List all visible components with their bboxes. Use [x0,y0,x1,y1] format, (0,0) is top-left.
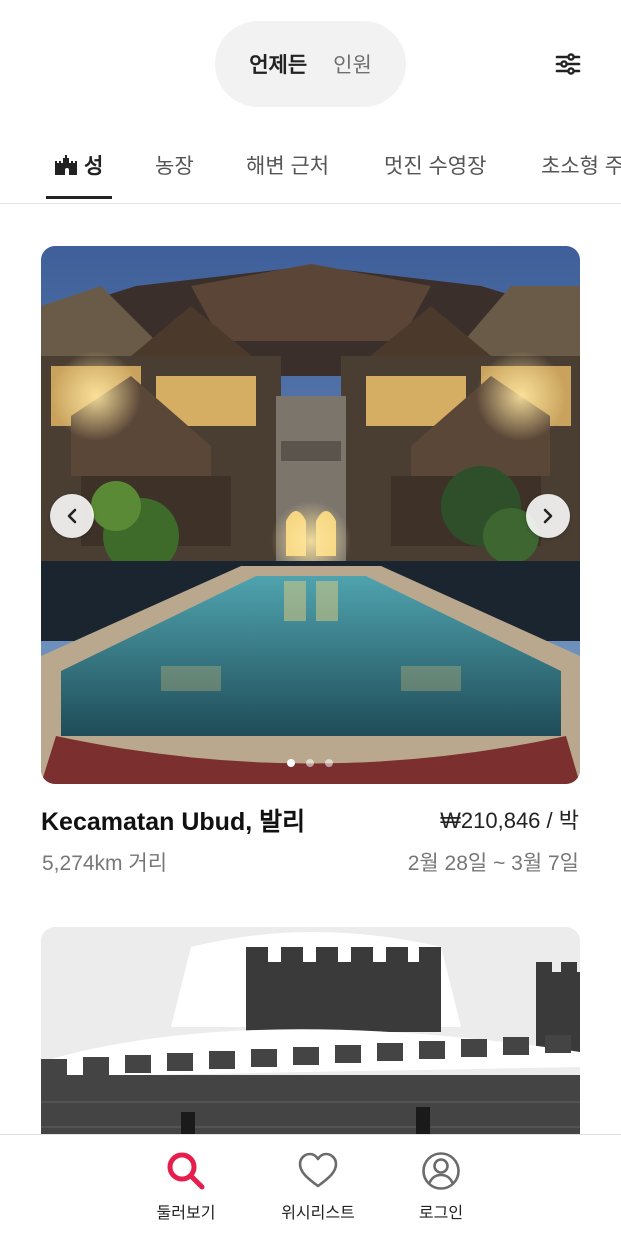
sliders-icon [555,53,581,75]
nav-wishlist[interactable]: 위시리스트 [258,1151,378,1223]
pagination-dot [306,759,314,767]
category-tab-tiny-home[interactable]: 초소형 주 [541,130,621,200]
pagination-dot [325,759,333,767]
who-label[interactable]: 인원 [333,49,372,79]
category-bar: 성 농장 해변 근처 멋진 수영장 초소형 주 [0,130,621,204]
listing-dates: 2월 28일 ~ 3월 7일 [407,852,579,875]
category-tab-beach[interactable]: 해변 근처 [246,130,329,200]
nav-wishlist-label: 위시리스트 [281,1205,355,1222]
nav-login-label: 로그인 [418,1205,464,1222]
listing-photo[interactable] [41,246,580,784]
category-tab-farm[interactable]: 농장 [155,130,194,200]
category-label: 성 [84,155,104,178]
villa-pool-photo [41,246,580,784]
category-label: 농장 [155,155,194,178]
search-pill[interactable]: 언제든 인원 [215,21,406,107]
active-tab-indicator [46,196,112,199]
category-tab-castle[interactable]: 성 [54,130,103,200]
chevron-right-icon [543,508,553,524]
nav-explore[interactable]: 둘러보기 [126,1151,246,1223]
bottom-nav: 둘러보기 위시리스트 로그인 [0,1134,621,1239]
chevron-left-icon [67,508,77,524]
castle-icon [55,155,77,175]
photo-pagination [287,759,333,767]
search-icon [167,1152,205,1190]
category-tab-pool[interactable]: 멋진 수영장 [384,130,486,200]
when-label[interactable]: 언제든 [249,49,307,79]
filter-button[interactable] [548,45,588,83]
nav-explore-label: 둘러보기 [156,1205,216,1222]
pagination-dot [287,759,295,767]
user-circle-icon [422,1152,460,1190]
heart-icon [298,1152,338,1188]
nav-login[interactable]: 로그인 [381,1151,501,1223]
listing-title[interactable]: Kecamatan Ubud, 발리 [41,802,305,838]
next-photo-button[interactable] [526,494,570,538]
category-label: 초소형 주 [541,155,621,178]
app-screen: 언제든 인원 성 농장 해변 근처 멋진 수영장 초소형 주 Kecamatan… [0,0,621,1239]
listing-price: ₩210,846 / 박 [440,808,579,833]
category-label: 멋진 수영장 [384,155,487,178]
category-label: 해변 근처 [246,155,330,178]
listing-distance: 5,274km 거리 [42,852,168,875]
prev-photo-button[interactable] [50,494,94,538]
